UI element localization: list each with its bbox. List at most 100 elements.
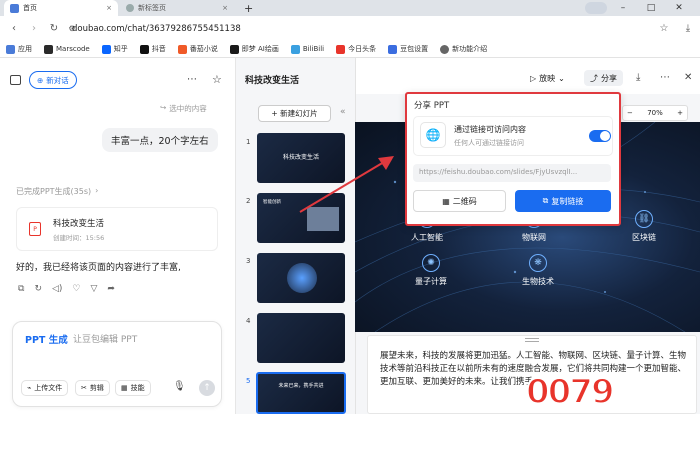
play-icon: ▷	[530, 74, 537, 83]
new-slide-button[interactable]: + 新建幻灯片	[258, 105, 331, 122]
thumb-title: 未来已来，携手共进	[278, 383, 324, 389]
regenerate-icon[interactable]: ↻	[34, 284, 42, 294]
toggle-knob	[600, 131, 610, 141]
clip-button[interactable]: ✂ 剪辑	[75, 380, 110, 396]
close-window-icon[interactable]: ✕	[668, 0, 690, 16]
link-access-toggle[interactable]	[589, 130, 611, 142]
jimeng-icon	[229, 44, 239, 54]
bookmark-douyin[interactable]: 抖音	[139, 44, 166, 54]
chevron-right-icon: ›	[95, 186, 99, 195]
bookmark-bilibili[interactable]: BiliBili	[290, 44, 324, 54]
share-arrow-icon[interactable]: ➦	[107, 284, 115, 294]
fanqie-icon	[177, 44, 187, 54]
slide-thumb-2[interactable]: 智能创新	[257, 193, 345, 243]
douyin-icon	[139, 44, 149, 54]
copy-icon[interactable]: ⧉	[18, 284, 24, 294]
slide-thumb-3[interactable]	[257, 253, 345, 303]
tab-title: 新标签页	[138, 4, 166, 12]
chevron-down-icon: ⌄	[558, 74, 565, 83]
generation-status[interactable]: 已完成PPT生成(35s) ›	[16, 186, 98, 197]
tab-new[interactable]: 新标签页 ×	[120, 0, 234, 16]
doc-title[interactable]: 科技改变生活	[245, 73, 299, 86]
star-icon[interactable]: ☆	[212, 73, 222, 86]
bookmark-star-icon[interactable]: ☆	[656, 20, 672, 36]
bookmark-doubao-settings[interactable]: 豆包设置	[388, 44, 428, 54]
share-icon: ⤴	[590, 73, 598, 83]
zoom-out-icon[interactable]: −	[627, 109, 633, 117]
close-icon[interactable]: ×	[222, 4, 228, 12]
download-icon[interactable]: ⤓	[636, 72, 640, 83]
share-popup-title: 分享 PPT	[414, 101, 450, 111]
bookmark-fanqie[interactable]: 番茄小说	[177, 44, 218, 54]
quoted-selection: ↪ 选中的内容	[160, 103, 207, 113]
thumb-image	[287, 263, 317, 293]
globe-icon: 🌐	[420, 122, 446, 148]
link-access-title: 通过链接可访问内容	[454, 125, 526, 134]
thumbs-down-icon[interactable]: ▽	[91, 284, 98, 294]
reply-icon: ↪	[160, 103, 167, 112]
new-tab-button[interactable]: +	[238, 0, 254, 16]
slide-number: 1	[246, 138, 251, 146]
slide-thumb-1[interactable]: 科技改变生活	[257, 133, 345, 183]
play-button[interactable]: ▷ 放映 ⌄	[530, 73, 565, 84]
microphone-icon[interactable]: 🎙	[173, 381, 186, 392]
more-icon[interactable]: ⋯	[660, 72, 670, 83]
tab-home[interactable]: 首页 ×	[4, 0, 118, 16]
skill-button[interactable]: ▦ 技能	[115, 380, 151, 396]
zoom-control: − 70% +	[622, 105, 688, 121]
copy-link-button[interactable]: ⧉ 复制链接	[515, 190, 611, 212]
download-icon[interactable]: ⤓	[680, 20, 696, 36]
maximize-icon[interactable]: □	[640, 0, 662, 16]
feature-biotech: ❋ 生物技术	[522, 254, 554, 287]
collapse-icon[interactable]: «	[340, 107, 346, 117]
dna-icon: ❋	[529, 254, 547, 272]
qr-code-button[interactable]: ▦ 二维码	[413, 190, 506, 212]
send-button[interactable]: ↑	[199, 380, 215, 396]
speaker-icon[interactable]: ◁)	[52, 284, 62, 294]
back-icon[interactable]: ‹	[6, 20, 22, 36]
new-chat-button[interactable]: ⊕ 新对话	[29, 71, 77, 89]
bookmark-zhihu[interactable]: 知乎	[101, 44, 128, 54]
copy-icon: ⧉	[542, 196, 549, 205]
bookmark-marscode[interactable]: Marscode	[44, 44, 90, 54]
close-icon[interactable]: ×	[106, 4, 112, 12]
paperclip-icon: ⌁	[27, 384, 32, 392]
qr-code-icon: ▦	[442, 196, 450, 206]
close-icon[interactable]: ✕	[684, 72, 692, 83]
slide-thumb-4[interactable]	[257, 313, 345, 363]
user-message: 丰富一点，20个字左右	[102, 128, 218, 152]
feature-quantum: ✺ 量子计算	[415, 254, 447, 287]
bookmark-jimeng[interactable]: 即梦 AI绘画	[229, 44, 279, 54]
forward-icon[interactable]: ›	[26, 20, 42, 36]
apps-icon	[6, 44, 15, 54]
thumbs-up-icon[interactable]: ♡	[72, 284, 80, 294]
feature-blockchain: ⛓ 区块链	[632, 210, 656, 243]
sidebar-toggle-icon[interactable]	[10, 75, 21, 85]
zoom-in-icon[interactable]: +	[677, 109, 683, 117]
chat-input[interactable]: 让豆包编辑 PPT	[73, 332, 137, 345]
profile-button[interactable]	[585, 2, 607, 14]
upload-button[interactable]: ⌁ 上传文件	[21, 380, 69, 396]
share-button[interactable]: ⤴ 分享	[584, 70, 623, 86]
drag-handle-icon[interactable]	[525, 338, 539, 342]
bookmark-toutiao[interactable]: 今日头条	[336, 44, 376, 54]
chat-plus-icon: ⊕	[37, 75, 44, 85]
share-popup: 分享 PPT 🌐 通过链接可访问内容 任何人可通过链接访问 https://fe…	[405, 92, 621, 226]
atom-icon: ✺	[422, 254, 440, 272]
thumb-image	[307, 207, 339, 231]
more-icon[interactable]: ⋯	[187, 74, 197, 85]
ppt-file-icon: P	[29, 222, 41, 236]
slide-number: 5	[246, 377, 251, 385]
bookmark-new-features[interactable]: 新功能介绍	[440, 44, 487, 54]
minimize-icon[interactable]: –	[612, 0, 634, 16]
reload-icon[interactable]: ↻	[46, 20, 62, 36]
slide-number: 2	[246, 197, 251, 205]
url-field[interactable]: doubao.com/chat/36379286755451138	[72, 24, 241, 34]
chain-icon: ⛓	[635, 210, 653, 228]
slide-thumb-5-active[interactable]: 未来已来，携手共进	[256, 372, 346, 414]
ppt-card[interactable]: P 科技改变生活 创建时间：15:56	[16, 207, 218, 251]
share-link-field[interactable]: https://feishu.doubao.com/slides/FjyUsvz…	[413, 164, 611, 182]
mode-label[interactable]: PPT 生成	[25, 332, 68, 346]
doubao-icon	[10, 3, 19, 13]
bookmark-apps[interactable]: 应用	[6, 44, 32, 54]
